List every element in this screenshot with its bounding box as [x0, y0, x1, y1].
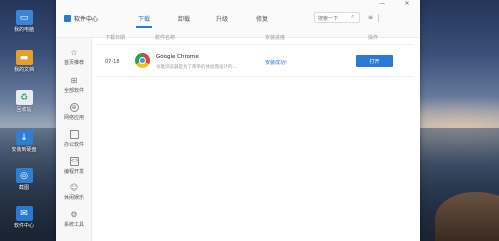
- desktop-icon-label: 我的电脑: [13, 27, 34, 33]
- close-button[interactable]: ✕: [402, 0, 412, 8]
- globe-icon: ⊕: [69, 103, 79, 112]
- desktop-icon-label: 截图: [18, 185, 29, 191]
- sidebar-item-programming[interactable]: <> 编程开发: [56, 157, 92, 175]
- desktop-icon-install[interactable]: ↓ 安装到硬盘: [2, 130, 46, 154]
- software-center-window: 软件中心 下载 卸载 升级 修复 ⌕ ≡ — ✕ ☆ 首页推荐 ⊞ 全部软件 ⊕…: [56, 0, 420, 241]
- install-status: 安装成功!: [265, 60, 288, 66]
- desktop-icon-my-documents[interactable]: ▬ 我的文档: [2, 50, 46, 74]
- tab-download[interactable]: 下载: [135, 14, 153, 28]
- tab-repair[interactable]: 修复: [256, 14, 268, 23]
- tab-uninstall[interactable]: 卸载: [178, 14, 190, 23]
- sidebar-item-entertainment[interactable]: ☺ 休闲娱乐: [56, 183, 92, 201]
- titlebar-divider: [378, 14, 379, 22]
- desktop-icon-label: 安装到硬盘: [11, 147, 37, 153]
- sidebar-item-all[interactable]: ⊞ 全部软件: [56, 76, 92, 94]
- smile-icon: ☺: [69, 183, 79, 192]
- sidebar-item-network[interactable]: ⊕ 网络应用: [56, 103, 92, 121]
- desktop-icon-my-computer[interactable]: ▭ 我的电脑: [2, 10, 46, 34]
- desktop-icon-label: 回收站: [16, 107, 32, 113]
- sidebar-item-home[interactable]: ☆ 首页推荐: [56, 48, 92, 66]
- sidebar-item-system-tools[interactable]: ⚙ 系统工具: [56, 210, 92, 228]
- sidebar-item-label: 全部软件: [63, 88, 84, 94]
- app-description: 谷歌浏览器是为了简单的体验而设计的...: [156, 65, 237, 70]
- column-header-name: 软件名称: [155, 35, 176, 41]
- sidebar-item-label: 编程开发: [63, 169, 84, 175]
- column-header-status: 安装进度: [265, 35, 286, 41]
- tab-upgrade[interactable]: 升级: [216, 14, 228, 23]
- star-icon: ☆: [70, 48, 78, 57]
- sidebar-item-label: 休闲娱乐: [63, 195, 84, 201]
- open-button[interactable]: 打开: [356, 55, 393, 67]
- download-date: 07-18: [105, 59, 120, 65]
- search-icon[interactable]: ⌕: [351, 14, 357, 20]
- window-title: 软件中心: [74, 16, 99, 23]
- sidebar-item-label: 网络应用: [63, 115, 84, 121]
- desktop-icon-label: 软件中心: [13, 223, 34, 229]
- column-header-date: 下载日期: [105, 35, 126, 41]
- app-name: Google Chrome: [156, 54, 199, 60]
- grid-icon: ⊞: [70, 76, 78, 85]
- folder-icon: ▬: [15, 50, 33, 65]
- minimize-button[interactable]: —: [377, 0, 387, 8]
- software-center-icon: ✉: [15, 206, 33, 221]
- app-logo-icon: [64, 15, 71, 22]
- sidebar: ☆ 首页推荐 ⊞ 全部软件 ⊕ 网络应用 办公软件 <> 编程开发 ☺ 休闲娱乐…: [56, 38, 92, 241]
- desktop-icon-recycle-bin[interactable]: ♻ 回收站: [2, 90, 46, 114]
- gear-icon: ⚙: [70, 210, 78, 219]
- header-divider: [96, 44, 412, 45]
- code-icon: <>: [69, 157, 79, 166]
- briefcase-icon: [69, 130, 79, 139]
- column-header-action: 操作: [368, 35, 379, 41]
- menu-icon[interactable]: ≡: [368, 14, 373, 21]
- desktop-icon-screenshot[interactable]: ◎ 截图: [2, 168, 46, 192]
- row-divider: [96, 76, 412, 77]
- sidebar-item-office[interactable]: 办公软件: [56, 130, 92, 148]
- desktop-icon-software-center[interactable]: ✉ 软件中心: [2, 206, 46, 230]
- sidebar-item-label: 系统工具: [63, 222, 84, 228]
- window-titlebar: 软件中心 下载 卸载 升级 修复 ⌕ ≡ — ✕: [56, 0, 420, 38]
- sidebar-item-label: 首页推荐: [63, 60, 84, 66]
- install-icon: ↓: [15, 130, 33, 145]
- recycle-bin-icon: ♻: [15, 90, 33, 105]
- sidebar-item-label: 办公软件: [63, 142, 84, 148]
- desktop-icon-label: 我的文档: [13, 67, 34, 73]
- screenshot-icon: ◎: [15, 168, 33, 183]
- chrome-icon: [135, 53, 150, 68]
- computer-icon: ▭: [15, 10, 33, 25]
